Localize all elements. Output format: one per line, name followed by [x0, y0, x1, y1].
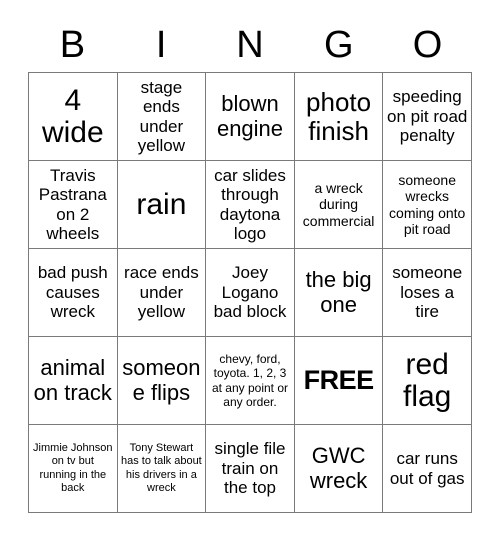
bingo-cell-label: Tony Stewart has to talk about his drive… [121, 441, 202, 494]
bingo-cell[interactable]: blown engine [206, 73, 295, 161]
bingo-cell-label: someone flips [122, 355, 201, 405]
bingo-cell[interactable]: animal on track [29, 337, 118, 425]
bingo-cell-label: car slides through daytona logo [214, 165, 286, 243]
bingo-cell[interactable]: GWC wreck [294, 425, 384, 513]
bingo-cell[interactable]: someone wrecks coming onto pit road [383, 161, 472, 249]
bingo-cell-label: photo finish [306, 87, 372, 146]
bingo-cell[interactable]: speeding on pit road penalty [383, 73, 472, 161]
bingo-cell-label: bad push causes wreck [37, 263, 108, 322]
bingo-cell-label: someone loses a tire [392, 263, 463, 322]
bingo-cell-label: FREE [303, 364, 375, 395]
bingo-cell[interactable]: someone flips [117, 337, 207, 425]
bingo-cell[interactable]: stage ends under yellow [117, 73, 207, 161]
bingo-cell-label: rain [136, 187, 187, 221]
bingo-cell[interactable]: Jimmie Johnson on tv but running in the … [29, 425, 118, 513]
bingo-cell[interactable]: someone loses a tire [383, 249, 472, 337]
bingo-cell-label: Jimmie Johnson on tv but running in the … [33, 441, 113, 494]
bingo-cell[interactable]: Joey Logano bad block [206, 249, 295, 337]
bingo-cell-label: a wreck during commercial [302, 180, 375, 229]
bingo-cell-label: Travis Pastrana on 2 wheels [38, 165, 107, 243]
bingo-cell-label: blown engine [216, 91, 284, 141]
bingo-cell[interactable]: car runs out of gas [383, 425, 472, 513]
bingo-cell[interactable]: race ends under yellow [117, 249, 207, 337]
bingo-header: BINGO [28, 18, 472, 72]
bingo-cell-label: car runs out of gas [389, 449, 465, 488]
bingo-header-letter-n: N [236, 24, 264, 66]
bingo-cell-label: chevy, ford, toyota. 1, 2, 3 at any poin… [211, 351, 289, 409]
bingo-cell-label: GWC wreck [309, 443, 368, 493]
bingo-cell[interactable]: the big one [294, 249, 384, 337]
bingo-card: B I N G O 4 wide stage ends under yellow blown… [0, 0, 500, 544]
bingo-cell-label: 4 wide [41, 84, 104, 149]
bingo-cell[interactable]: photo finish [294, 73, 384, 161]
bingo-cell[interactable]: a wreck during commercial [294, 161, 384, 249]
bingo-cell-label: single file train on the top [214, 439, 286, 498]
bingo-header-letter-i: I [155, 24, 167, 66]
bingo-cell-label: speeding on pit road penalty [387, 87, 468, 146]
bingo-cell[interactable]: Travis Pastrana on 2 wheels [29, 161, 118, 249]
bingo-cell[interactable]: 4 wide [29, 73, 118, 161]
bingo-cell[interactable]: car slides through daytona logo [206, 161, 295, 249]
bingo-header-letter-g: G [324, 24, 354, 66]
bingo-cell[interactable]: single file train on the top [206, 425, 295, 513]
bingo-cell-label: animal on track [33, 355, 112, 405]
bingo-cell[interactable]: rain [117, 161, 207, 249]
bingo-cell-label: red flag [403, 348, 452, 413]
bingo-cell-label: stage ends under yellow [137, 77, 186, 155]
bingo-cell-label: someone wrecks coming onto pit road [389, 172, 466, 237]
bingo-grid: 4 wide stage ends under yellow blown engin… [28, 72, 472, 513]
bingo-cell-label: the big one [305, 267, 372, 317]
bingo-cell-label: race ends under yellow [124, 263, 199, 322]
bingo-header-letter-o: O [412, 24, 443, 66]
bingo-cell[interactable]: chevy, ford, toyota. 1, 2, 3 at any poin… [206, 337, 295, 425]
bingo-cell-free[interactable]: FREE [294, 337, 384, 425]
bingo-cell[interactable]: bad push causes wreck [29, 249, 118, 337]
bingo-cell-label: Joey Logano bad block [213, 263, 287, 322]
bingo-cell[interactable]: Tony Stewart has to talk about his drive… [117, 425, 207, 513]
bingo-header-letter-b: B [59, 24, 86, 66]
bingo-cell[interactable]: red flag [383, 337, 472, 425]
